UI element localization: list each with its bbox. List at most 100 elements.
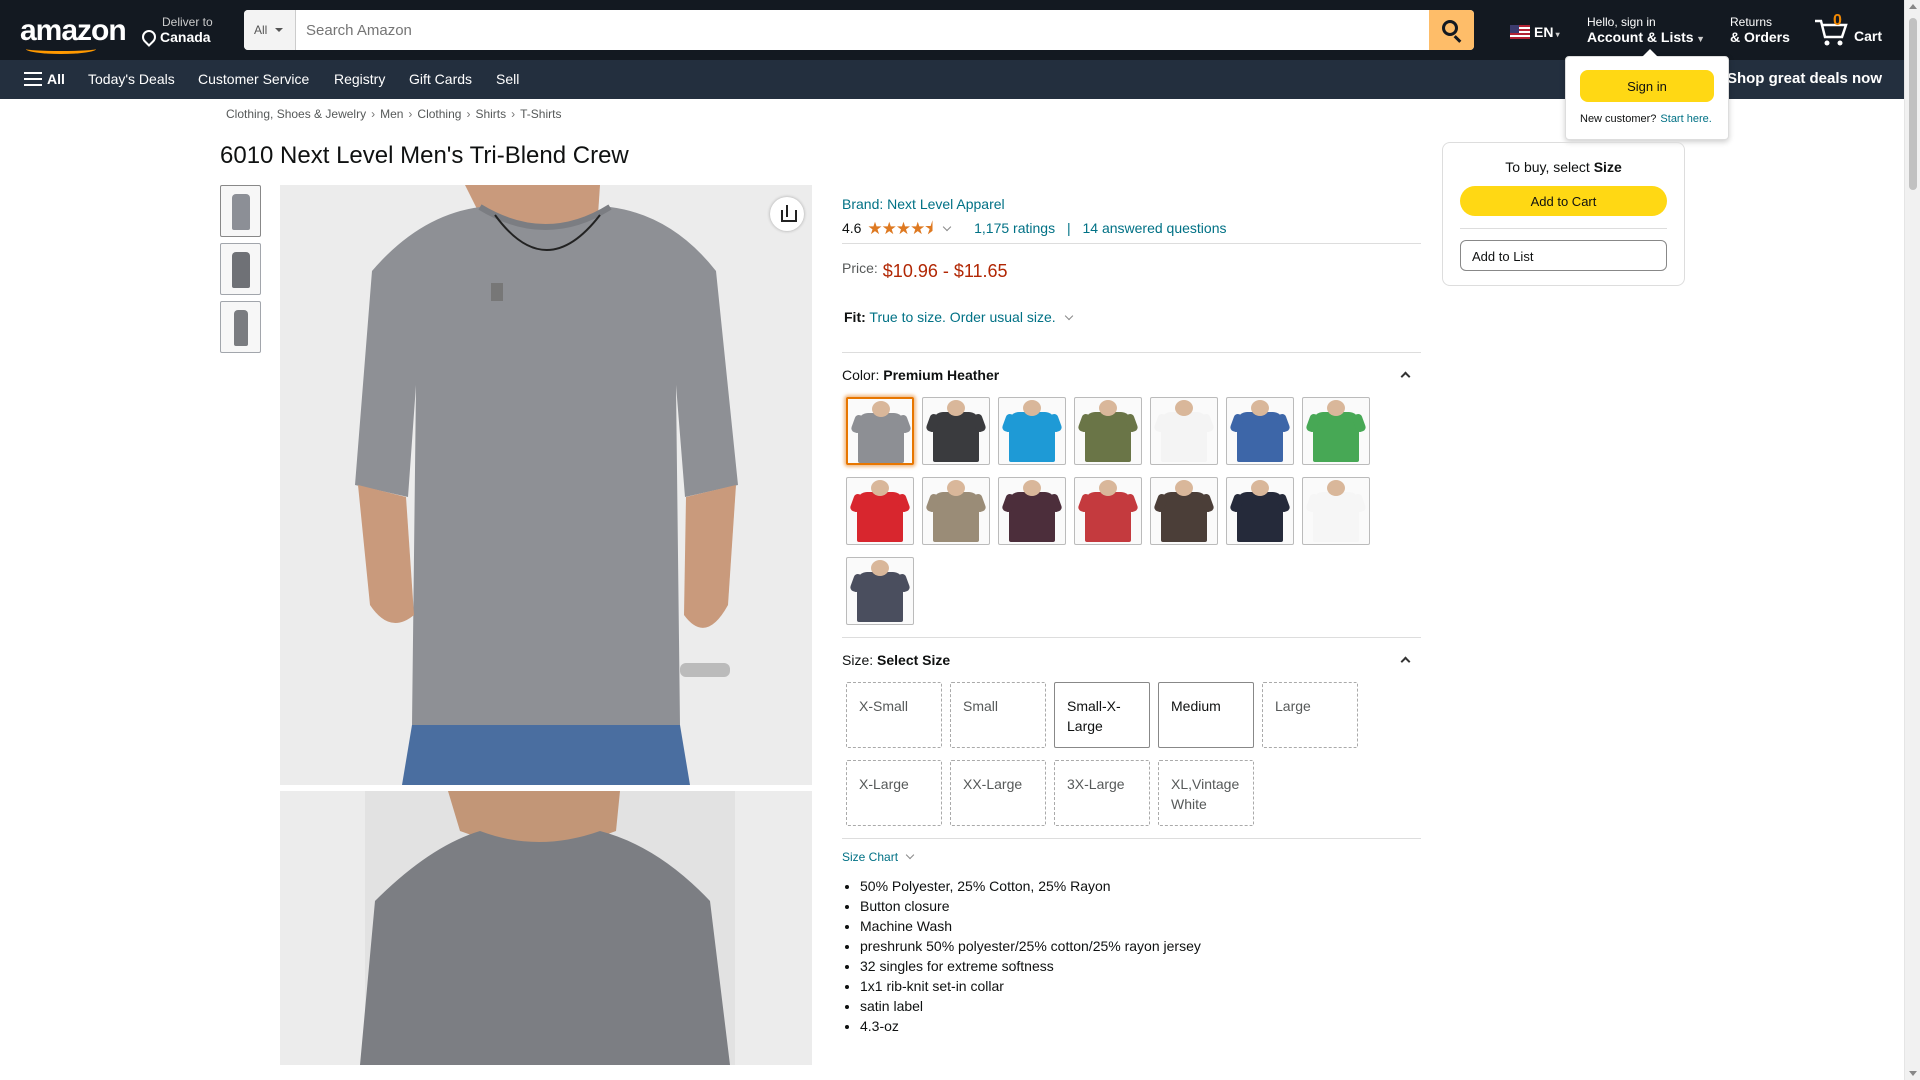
- deliver-to[interactable]: Deliver to Canada: [139, 15, 213, 47]
- color-swatch[interactable]: [1302, 397, 1370, 465]
- share-icon[interactable]: [770, 197, 804, 231]
- color-swatch[interactable]: [1150, 397, 1218, 465]
- color-label: Color:: [842, 367, 880, 383]
- start-here-link[interactable]: Start here.: [1660, 113, 1711, 125]
- swatch-shirt-icon: [1009, 412, 1055, 462]
- size-option[interactable]: XL,Vintage White: [1158, 760, 1254, 826]
- orders-label: & Orders: [1730, 29, 1790, 45]
- size-option[interactable]: Medium: [1158, 682, 1254, 748]
- divider: [1460, 228, 1667, 229]
- color-section-header[interactable]: Color: Premium Heather: [842, 367, 1421, 387]
- top-nav: amazon Deliver to Canada All EN ▾ Hello,…: [0, 0, 1904, 60]
- feature-bullets: 50% Polyester, 25% Cotton, 25% Rayon But…: [860, 876, 1201, 1036]
- language-selector[interactable]: EN ▾: [1510, 24, 1560, 40]
- search-input[interactable]: [296, 10, 1422, 50]
- size-section-header[interactable]: Size: Select Size: [842, 652, 1421, 672]
- nav-gift-cards[interactable]: Gift Cards: [409, 71, 472, 87]
- cart-button[interactable]: 0 Cart: [1814, 12, 1886, 48]
- brand-link[interactable]: Brand: Next Level Apparel: [842, 196, 1421, 212]
- thumbnail-shirt-icon: [232, 194, 250, 230]
- feature-bullet: satin label: [860, 996, 1201, 1016]
- chevron-down-icon: [906, 850, 915, 860]
- thumbnail-image[interactable]: [220, 301, 261, 353]
- nav-customer-service[interactable]: Customer Service: [198, 71, 309, 87]
- size-option[interactable]: Small-X-Large: [1054, 682, 1150, 748]
- swatch-shirt-icon: [1237, 492, 1283, 542]
- account-menu[interactable]: Hello, sign in Account & Lists ▼: [1587, 15, 1705, 45]
- deliver-to-label: Deliver to: [162, 15, 213, 29]
- swatch-shirt-icon: [1313, 412, 1359, 462]
- feature-bullet: 50% Polyester, 25% Cotton, 25% Rayon: [860, 876, 1201, 896]
- all-menu-button[interactable]: All: [24, 60, 70, 99]
- color-swatch[interactable]: [1150, 477, 1218, 545]
- color-swatch[interactable]: [846, 477, 914, 545]
- price-row: Price: $10.96 - $11.65: [842, 260, 1421, 282]
- search-button[interactable]: [1429, 10, 1474, 50]
- ratings-count-link[interactable]: 1,175 ratings: [974, 220, 1055, 236]
- scrollbar-thumb[interactable]: [1909, 18, 1917, 190]
- amazon-logo[interactable]: amazon: [20, 14, 127, 54]
- color-swatch[interactable]: [846, 397, 914, 465]
- fit-value-link[interactable]: True to size. Order usual size.: [869, 309, 1055, 325]
- location-pin-icon: [139, 27, 159, 47]
- divider: [842, 838, 1421, 839]
- color-swatch[interactable]: [998, 397, 1066, 465]
- returns-orders[interactable]: Returns & Orders: [1730, 15, 1790, 45]
- nav-registry[interactable]: Registry: [334, 71, 385, 87]
- thumbnail-image[interactable]: [220, 243, 261, 295]
- size-option[interactable]: X-Small: [846, 682, 942, 748]
- breadcrumb-item[interactable]: T-Shirts: [520, 107, 561, 121]
- shop-deals-banner[interactable]: Shop great deals now: [1727, 70, 1882, 87]
- buy-box-lead-text: To buy, select: [1505, 159, 1590, 175]
- secondary-product-image[interactable]: [280, 791, 812, 1065]
- size-option[interactable]: XX-Large: [950, 760, 1046, 826]
- search-category-label: All: [254, 23, 268, 37]
- nav-todays-deals[interactable]: Today's Deals: [88, 71, 175, 87]
- color-swatch[interactable]: [1226, 477, 1294, 545]
- color-swatch[interactable]: [1074, 397, 1142, 465]
- feature-bullet: 4.3-oz: [860, 1016, 1201, 1036]
- star-rating-icon[interactable]: ★★★★⯨: [867, 216, 933, 245]
- color-swatch[interactable]: [1074, 477, 1142, 545]
- page-scrollbar[interactable]: [1904, 0, 1920, 1080]
- color-swatch[interactable]: [1226, 397, 1294, 465]
- color-swatch[interactable]: [998, 477, 1066, 545]
- scroll-up-arrow-icon[interactable]: [1909, 4, 1917, 9]
- buy-box-lead-bold: Size: [1593, 159, 1622, 175]
- feature-bullet: Button closure: [860, 896, 1201, 916]
- rating-row: 4.6 ★★★★⯨ 1,175 ratings | 14 answered qu…: [842, 216, 1421, 245]
- signin-button[interactable]: Sign in: [1580, 70, 1714, 102]
- breadcrumb-item[interactable]: Shirts: [475, 107, 506, 121]
- add-to-cart-button[interactable]: Add to Cart: [1460, 186, 1667, 216]
- breadcrumb-item[interactable]: Clothing: [417, 107, 461, 121]
- product-title: 6010 Next Level Men's Tri-Blend Crew: [220, 142, 629, 169]
- chevron-down-icon[interactable]: [942, 222, 952, 232]
- add-to-list-button[interactable]: Add to List: [1460, 240, 1667, 271]
- nav-sell[interactable]: Sell: [496, 71, 519, 87]
- swatch-shirt-icon: [1085, 412, 1131, 462]
- chevron-up-icon[interactable]: [1400, 656, 1411, 667]
- breadcrumb-item[interactable]: Men: [380, 107, 403, 121]
- thumbnail-image[interactable]: [220, 185, 261, 237]
- color-swatch[interactable]: [846, 557, 914, 625]
- size-option[interactable]: Large: [1262, 682, 1358, 748]
- size-option[interactable]: Small: [950, 682, 1046, 748]
- size-chart-link[interactable]: Size Chart: [842, 850, 898, 864]
- chevron-up-icon[interactable]: [1400, 371, 1411, 382]
- account-lists-label: Account & Lists: [1587, 29, 1694, 45]
- breadcrumb-item[interactable]: Clothing, Shoes & Jewelry: [226, 107, 366, 121]
- account-greeting: Hello, sign in: [1587, 15, 1656, 29]
- chevron-down-icon[interactable]: [1064, 311, 1073, 321]
- size-option[interactable]: 3X-Large: [1054, 760, 1150, 826]
- scroll-down-arrow-icon[interactable]: [1909, 1071, 1917, 1076]
- search-bar: All: [244, 10, 1474, 50]
- color-swatch[interactable]: [1302, 477, 1370, 545]
- caret-down-icon: [275, 28, 284, 32]
- main-product-image[interactable]: [280, 185, 812, 785]
- color-swatch[interactable]: [922, 477, 990, 545]
- size-chart-toggle[interactable]: Size Chart: [842, 850, 1421, 864]
- color-swatch[interactable]: [922, 397, 990, 465]
- size-option[interactable]: X-Large: [846, 760, 942, 826]
- answered-questions-link[interactable]: 14 answered questions: [1083, 220, 1227, 236]
- search-category-dropdown[interactable]: All: [244, 10, 296, 50]
